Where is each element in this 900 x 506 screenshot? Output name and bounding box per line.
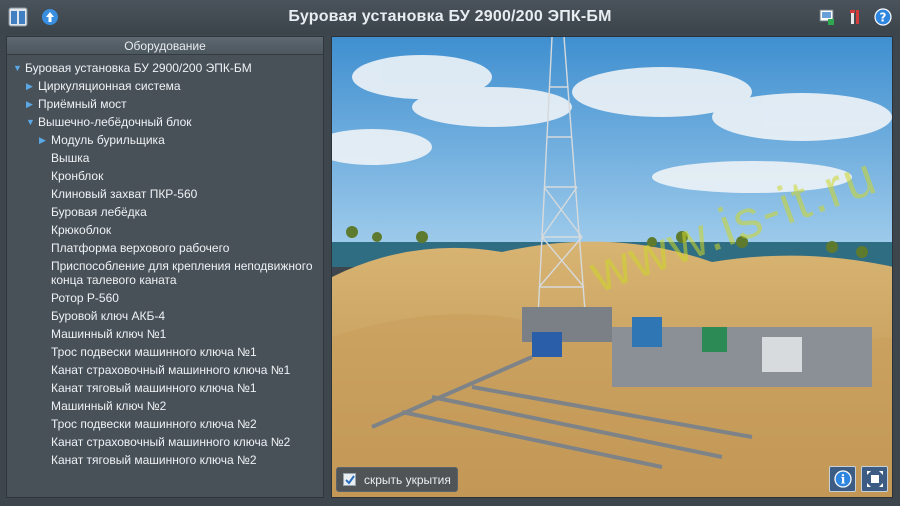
tree-item[interactable]: Машинный ключ №1 [13, 325, 319, 343]
tree-item-label: Машинный ключ №1 [51, 327, 167, 341]
tree-item[interactable]: Крюкоблок [13, 221, 319, 239]
collapse-arrow-icon[interactable]: ▶ [26, 97, 38, 111]
expand-arrow-icon[interactable]: ▼ [26, 115, 38, 129]
tree-item[interactable]: ▼ Буровая установка БУ 2900/200 ЭПК-БМ [13, 59, 319, 77]
tree-item[interactable]: ▶ Циркуляционная система [13, 77, 319, 95]
tree-item-label: Приёмный мост [38, 97, 127, 111]
title-bar: Буровая установка БУ 2900/200 ЭПК-БМ ? [0, 0, 900, 34]
hide-covers-label: скрыть укрытия [364, 472, 451, 487]
hide-covers-checkbox[interactable] [343, 473, 356, 486]
help-button[interactable]: ? [873, 7, 893, 27]
tree-item[interactable]: Канат тяговый машинного ключа №1 [13, 379, 319, 397]
tools-icon [850, 10, 859, 24]
tree-item-label: Канат страховочный машинного ключа №1 [51, 363, 291, 377]
collapse-arrow-icon[interactable]: ▶ [26, 79, 38, 93]
tree-item[interactable]: ▶ Модуль бурильщика [13, 131, 319, 149]
svg-text:?: ? [880, 11, 887, 25]
tree-item[interactable]: Машинный ключ №2 [13, 397, 319, 415]
tree-item[interactable]: Вышка [13, 149, 319, 167]
tree-item[interactable]: ▼ Вышечно-лебёдочный блок [13, 113, 319, 131]
screen-export-icon [819, 9, 834, 25]
tree-item-label: Приспособление для крепления неподвижног… [51, 259, 313, 287]
scene-image[interactable] [332, 37, 893, 498]
tree-item[interactable]: Платформа верхового рабочего [13, 239, 319, 257]
equipment-panel-header: Оборудование [7, 37, 323, 55]
tree-item[interactable]: Приспособление для крепления неподвижног… [13, 257, 319, 289]
tree-item[interactable]: Канат тяговый машинного ключа №2 [13, 451, 319, 469]
3d-viewport[interactable]: www.is-it.ru [331, 36, 893, 498]
tree-item-label: Буровой ключ АКБ-4 [51, 309, 166, 323]
tree-item[interactable]: Буровая лебёдка [13, 203, 319, 221]
tree-item-label: Буровая лебёдка [51, 205, 147, 219]
equipment-tree[interactable]: ▼ Буровая установка БУ 2900/200 ЭПК-БМ ▶ Ци… [13, 59, 319, 497]
fit-view-icon [866, 471, 883, 487]
collapse-arrow-icon[interactable]: ▶ [39, 133, 51, 147]
tree-item[interactable]: Канат страховочный машинного ключа №1 [13, 361, 319, 379]
tree-item[interactable]: ▶ Приёмный мост [13, 95, 319, 113]
screen-export-button[interactable] [817, 7, 837, 27]
info-button[interactable]: i [829, 466, 856, 492]
equipment-panel: Оборудование ▼ Буровая установка БУ 2900/… [6, 36, 324, 498]
tree-item-label: Канат тяговый машинного ключа №2 [51, 453, 257, 467]
tree-item-label: Канат тяговый машинного ключа №1 [51, 381, 257, 395]
checkmark-icon [344, 474, 355, 485]
tree-item-label: Циркуляционная система [38, 79, 181, 93]
tree-item-label: Вышечно-лебёдочный блок [38, 115, 192, 129]
expand-arrow-icon[interactable]: ▼ [13, 61, 25, 75]
hide-covers-toggle[interactable]: скрыть укрытия [336, 467, 458, 492]
tree-item-label: Трос подвески машинного ключа №1 [51, 345, 257, 359]
tree-item[interactable]: Кронблок [13, 167, 319, 185]
tree-item-label: Машинный ключ №2 [51, 399, 167, 413]
tree-item-label: Кронблок [51, 169, 104, 183]
tree-item-label: Модуль бурильщика [51, 133, 165, 147]
tree-item-label: Платформа верхового рабочего [51, 241, 230, 255]
info-icon: i [833, 470, 852, 488]
tools-button[interactable] [845, 7, 865, 27]
help-icon: ? [874, 8, 892, 26]
tree-item[interactable]: Трос подвески машинного ключа №1 [13, 343, 319, 361]
tree-item-label: Канат страховочный машинного ключа №2 [51, 435, 291, 449]
tree-item-label: Вышка [51, 151, 90, 165]
tree-item[interactable]: Буровой ключ АКБ-4 [13, 307, 319, 325]
fit-view-button[interactable] [861, 466, 888, 492]
tree-item-label: Буровая установка БУ 2900/200 ЭПК-БМ [25, 61, 252, 75]
app-title: Буровая установка БУ 2900/200 ЭПК-БМ [288, 8, 612, 25]
tree-item-label: Крюкоблок [51, 223, 112, 237]
tree-item-label: Клиновый захват ПКР-560 [51, 187, 198, 201]
tree-item[interactable]: Ротор Р-560 [13, 289, 319, 307]
svg-text:i: i [840, 473, 845, 487]
tree-item[interactable]: Клиновый захват ПКР-560 [13, 185, 319, 203]
tree-item-label: Ротор Р-560 [51, 291, 119, 305]
tree-item[interactable]: Канат страховочный машинного ключа №2 [13, 433, 319, 451]
tree-item-label: Трос подвески машинного ключа №2 [51, 417, 257, 431]
tree-item[interactable]: Трос подвески машинного ключа №2 [13, 415, 319, 433]
